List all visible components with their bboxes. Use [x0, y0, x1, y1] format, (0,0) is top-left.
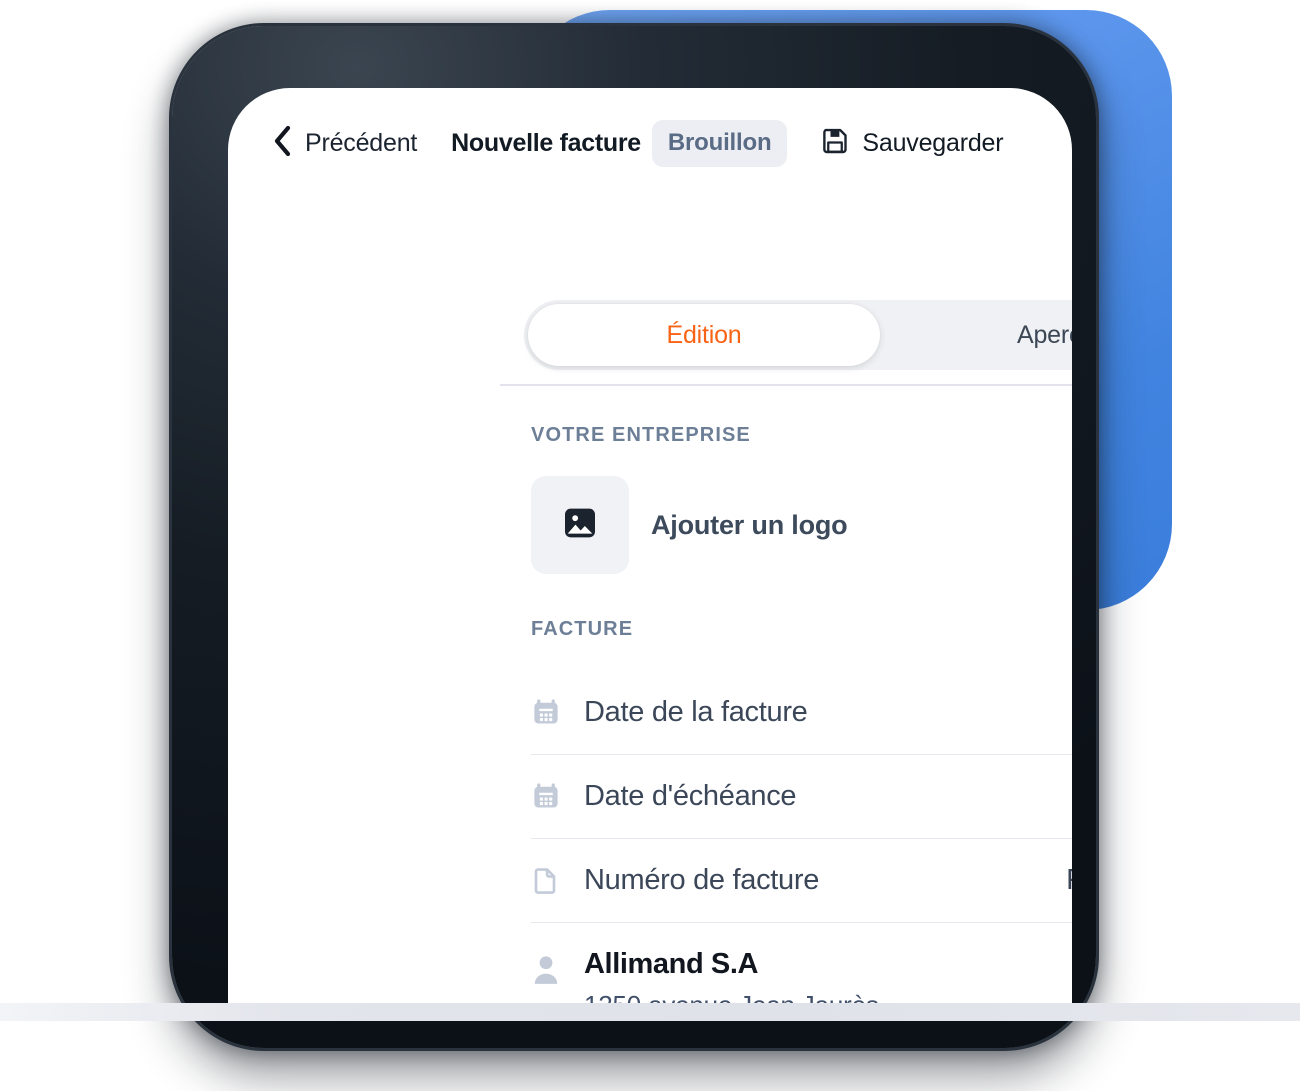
image-placeholder-icon: [560, 503, 600, 548]
calendar-icon: [531, 781, 565, 811]
back-button-label: Précédent: [305, 128, 418, 157]
row-due-date[interactable]: Date d'échéance 18/10/2024: [500, 754, 1072, 838]
row-label: Numéro de facture: [584, 863, 820, 896]
screenshot-stage: Précédent Nouvelle facture Brouillon Sau…: [0, 0, 1300, 1091]
client-details: Allimand S.A 1250 avenue Jean Jaurès 381…: [584, 948, 879, 1004]
chevron-left-icon: [272, 125, 292, 162]
phone-screen: Précédent Nouvelle facture Brouillon Sau…: [228, 88, 1072, 1004]
row-invoice-date[interactable]: Date de la facture 18/09/2024: [500, 670, 1072, 754]
back-button[interactable]: Précédent: [272, 125, 417, 162]
page-title: Nouvelle facture: [451, 128, 641, 157]
person-icon: [531, 948, 565, 991]
document-icon: [531, 865, 565, 895]
tabs-divider: [500, 384, 1072, 386]
client-name: Allimand S.A: [584, 948, 759, 980]
status-badge[interactable]: Brouillon: [651, 119, 788, 167]
row-value: FACT-00012: [1066, 864, 1072, 897]
app-topbar: Précédent Nouvelle facture Brouillon Sau…: [228, 110, 1072, 176]
tab-apercu[interactable]: Aperçu: [880, 304, 1072, 366]
logo-thumbnail: [531, 476, 629, 574]
row-label: Date d'échéance: [584, 779, 797, 812]
invoice-field-list: Date de la facture 18/09/2024: [500, 670, 1072, 1004]
client-address-line-1: 1250 avenue Jean Jaurès: [584, 989, 879, 1004]
row-invoice-number[interactable]: Numéro de facture FACT-00012: [500, 838, 1072, 922]
row-label: Date de la facture: [584, 695, 808, 728]
save-button[interactable]: Sauvegarder: [820, 126, 1004, 161]
section-label-invoice: FACTURE: [531, 618, 634, 640]
calendar-icon: [531, 697, 565, 727]
save-floppy-icon: [820, 126, 850, 161]
add-logo-row[interactable]: Ajouter un logo: [531, 476, 1072, 574]
add-logo-label: Ajouter un logo: [651, 509, 848, 540]
save-button-label: Sauvegarder: [862, 128, 1004, 157]
section-label-company: VOTRE ENTREPRISE: [531, 424, 751, 446]
row-client[interactable]: Allimand S.A 1250 avenue Jean Jaurès 381…: [500, 922, 1072, 1004]
surface-band: [0, 1003, 1300, 1021]
tab-edition[interactable]: Édition: [528, 304, 880, 366]
